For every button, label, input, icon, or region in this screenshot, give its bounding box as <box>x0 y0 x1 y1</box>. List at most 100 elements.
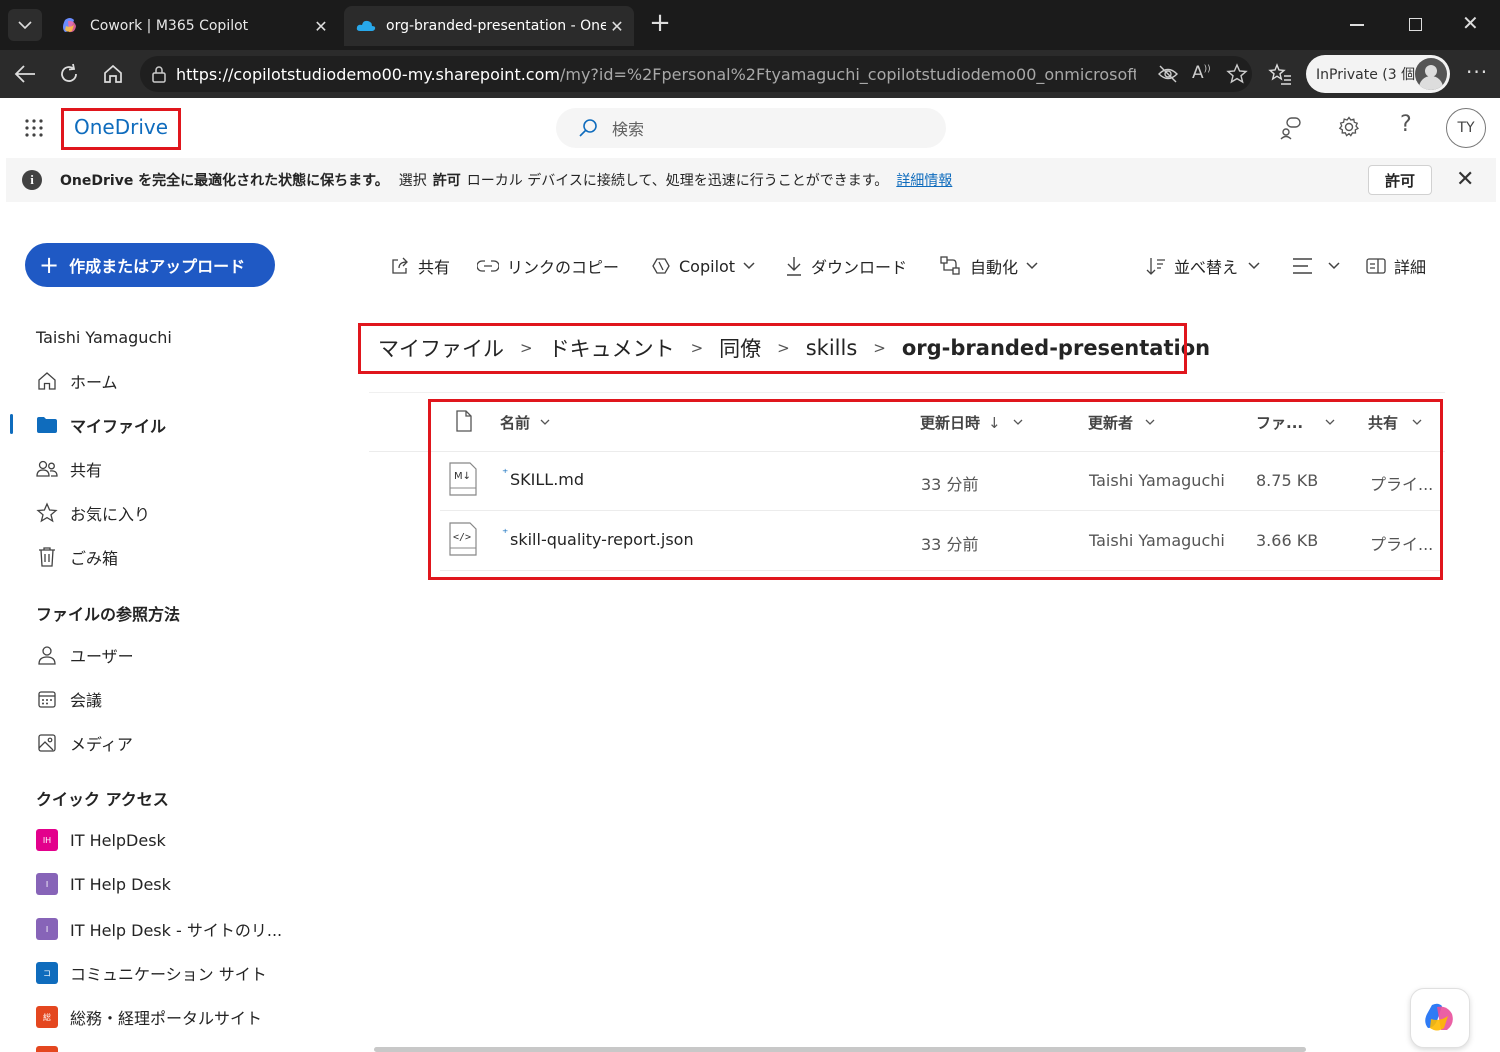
sort-icon <box>1146 258 1165 275</box>
sidebar-item-my-files[interactable]: マイファイル <box>36 413 166 437</box>
browser-tab-onedrive[interactable]: org-branded-presentation - OneD ✕ <box>344 6 634 46</box>
share-icon <box>392 257 408 274</box>
close-tab-icon[interactable]: ✕ <box>310 17 332 36</box>
create-or-upload-button[interactable]: + 作成またはアップロード <box>25 243 275 287</box>
new-tab-button[interactable]: + <box>648 10 672 36</box>
lock-icon <box>152 66 166 83</box>
app-launcher-icon[interactable] <box>24 118 44 138</box>
allow-button[interactable]: 許可 <box>1368 165 1432 195</box>
quick-access-label: 総務・経理ポータルサイト <box>70 1009 263 1028</box>
search-input[interactable]: 検索 <box>556 108 946 148</box>
close-window-button[interactable]: ✕ <box>1462 11 1479 35</box>
site-badge-icon: I <box>36 918 58 940</box>
copilot-menu-button[interactable]: Copilot <box>651 254 755 278</box>
favorite-star-icon[interactable] <box>1226 63 1248 85</box>
link-icon <box>477 260 499 272</box>
help-icon[interactable]: ? <box>1400 112 1412 137</box>
inprivate-badge[interactable]: InPrivate (3 個) <box>1306 55 1450 93</box>
browser-title-bar: Cowork | M365 Copilot ✕ org-branded-pres… <box>0 0 1500 50</box>
url-text: https://copilotstudiodemo00-my.sharepoin… <box>176 65 1136 84</box>
highlight-box-file-list <box>428 399 1443 580</box>
copilot-icon <box>652 258 670 274</box>
automate-menu-button[interactable]: 自動化 <box>940 254 1038 278</box>
chevron-down-icon <box>1248 262 1260 270</box>
settings-gear-icon[interactable] <box>1338 116 1360 138</box>
quick-access-it-help-desk-site[interactable]: I IT Help Desk - サイトのリ... <box>36 917 282 941</box>
download-icon <box>787 257 801 276</box>
sidebar-item-label: 共有 <box>70 461 103 480</box>
quick-access-general-affairs[interactable]: 総 総務・経理ポータルサイト <box>36 1005 262 1029</box>
details-label: 詳細 <box>1394 258 1427 277</box>
maximize-button[interactable] <box>1409 18 1422 31</box>
tracking-prevention-icon[interactable] <box>1158 65 1178 83</box>
download-label: ダウンロード <box>811 258 908 277</box>
settings-more-icon[interactable]: ··· <box>1466 60 1488 84</box>
details-pane-icon <box>1366 258 1386 274</box>
sidebar-user-name: Taishi Yamaguchi <box>36 328 172 347</box>
favorites-list-icon[interactable] <box>1268 63 1292 85</box>
quick-access-label: IT HelpDesk <box>70 830 166 850</box>
banner-bold-text: OneDrive を完全に最適化された状態に保ちます。 <box>60 173 389 189</box>
refresh-icon[interactable] <box>58 63 80 85</box>
sidebar-item-meetings[interactable]: 会議 <box>36 687 102 711</box>
tab-actions-button[interactable] <box>8 9 42 41</box>
quick-access-it-helpdesk[interactable]: IH IT HelpDesk <box>36 829 166 851</box>
sidebar-item-favorites[interactable]: お気に入り <box>36 501 150 525</box>
quick-access-it-help-desk[interactable]: I IT Help Desk <box>36 873 171 895</box>
learn-more-link[interactable]: 詳細情報 <box>896 170 952 190</box>
image-icon <box>38 734 56 752</box>
download-button[interactable]: ダウンロード <box>785 254 907 278</box>
people-icon <box>36 460 58 477</box>
details-pane-button[interactable]: 詳細 <box>1366 254 1426 278</box>
calendar-icon <box>38 691 56 708</box>
sidebar-item-label: ユーザー <box>70 647 134 666</box>
account-avatar[interactable]: TY <box>1446 108 1486 148</box>
star-icon <box>36 502 58 523</box>
sidebar-item-recycle-bin[interactable]: ごみ箱 <box>36 545 118 569</box>
url-field[interactable]: https://copilotstudiodemo00-my.sharepoin… <box>140 56 1252 92</box>
view-options-button[interactable] <box>1292 254 1340 278</box>
profile-avatar-icon <box>1415 58 1447 90</box>
quick-access-communication-site[interactable]: コ コミュニケーション サイト <box>36 961 267 985</box>
highlight-box-breadcrumb <box>358 323 1187 374</box>
sync-banner: i OneDrive を完全に最適化された状態に保ちます。 選択 許可 ローカル… <box>6 158 1496 202</box>
sidebar-item-people[interactable]: ユーザー <box>36 643 134 667</box>
back-icon[interactable] <box>14 64 36 84</box>
share-feedback-icon[interactable] <box>1280 116 1302 140</box>
banner-text-allow: 許可 <box>432 173 461 189</box>
browser-address-bar: https://copilotstudiodemo00-my.sharepoin… <box>0 50 1500 98</box>
browser-tab-cowork[interactable]: Cowork | M365 Copilot ✕ <box>48 6 338 46</box>
read-aloud-icon[interactable]: A)) <box>1192 63 1211 83</box>
site-badge-icon: 総 <box>36 1006 58 1028</box>
banner-text-pre: 選択 <box>398 173 427 189</box>
site-badge-icon: IH <box>36 829 58 851</box>
home-icon[interactable] <box>102 63 124 85</box>
sort-menu-button[interactable]: 並べ替え <box>1146 254 1260 278</box>
chevron-down-icon <box>1026 262 1038 270</box>
create-button-label: 作成またはアップロード <box>69 257 246 276</box>
sidebar-item-media[interactable]: メディア <box>36 731 133 755</box>
site-badge-icon: I <box>36 873 58 895</box>
sidebar-item-home[interactable]: ホーム <box>36 369 118 393</box>
copy-link-button[interactable]: リンクのコピー <box>477 254 619 278</box>
inprivate-label: InPrivate (3 個) <box>1316 67 1421 83</box>
url-host: https://copilotstudiodemo00-my.sharepoin… <box>176 64 560 84</box>
onedrive-cloud-icon <box>356 20 376 31</box>
url-path: /my?id=%2Fpersonal%2Ftyamaguchi_copilots… <box>559 64 1136 84</box>
sidebar-item-label: お気に入り <box>70 505 151 524</box>
close-tab-icon[interactable]: ✕ <box>606 17 628 36</box>
active-indicator <box>10 414 13 434</box>
copilot-chat-button[interactable] <box>1410 988 1470 1048</box>
person-icon <box>38 646 56 665</box>
horizontal-scrollbar[interactable] <box>374 1047 1306 1052</box>
sidebar-item-shared[interactable]: 共有 <box>36 457 102 481</box>
share-button[interactable]: 共有 <box>390 254 450 278</box>
list-view-icon <box>1293 258 1312 274</box>
minimize-button[interactable] <box>1350 24 1364 26</box>
dismiss-banner-icon[interactable]: ✕ <box>1456 167 1474 192</box>
chevron-down-icon <box>18 21 32 30</box>
chevron-down-icon <box>1328 262 1340 270</box>
chevron-down-icon <box>743 262 755 270</box>
highlight-box-app-name <box>61 108 181 150</box>
copilot-label: Copilot <box>679 256 736 276</box>
